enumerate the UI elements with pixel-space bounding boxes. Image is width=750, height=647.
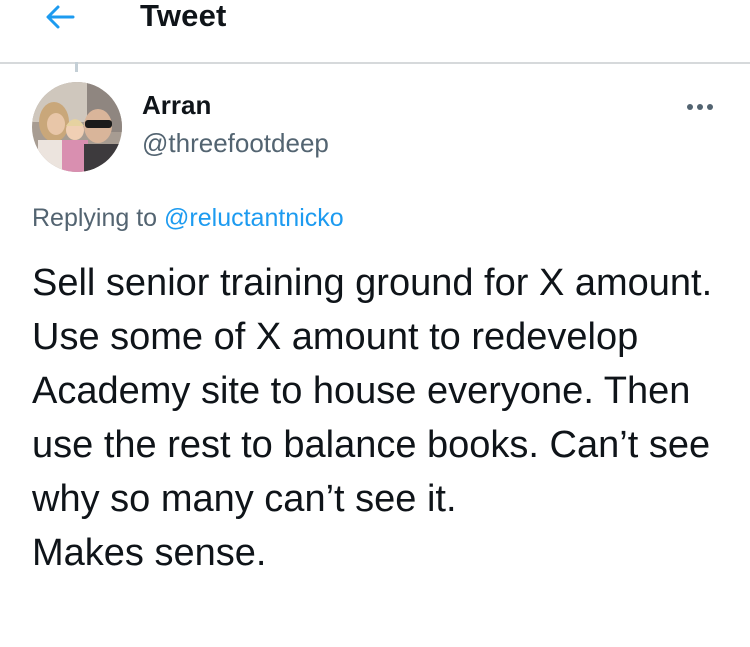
profile-photo (32, 82, 122, 172)
replying-to-handle-link[interactable]: @reluctantnicko (164, 204, 344, 232)
back-button[interactable] (40, 0, 80, 34)
avatar[interactable] (32, 82, 122, 172)
more-options-button[interactable] (680, 96, 720, 118)
reply-context: Replying to @reluctantnicko (32, 204, 344, 233)
tweet-text: Sell senior training ground for X amount… (32, 262, 713, 574)
author-display-name[interactable]: Arran (142, 90, 211, 121)
tweet-header: Tweet (0, 0, 750, 64)
ellipsis-icon (687, 104, 713, 110)
author-handle[interactable]: @threefootdeep (142, 128, 329, 159)
thread-connector-line (75, 62, 78, 72)
reply-context-prefix: Replying to (32, 204, 165, 232)
page-title: Tweet (140, 0, 227, 33)
arrow-left-icon (46, 5, 75, 29)
